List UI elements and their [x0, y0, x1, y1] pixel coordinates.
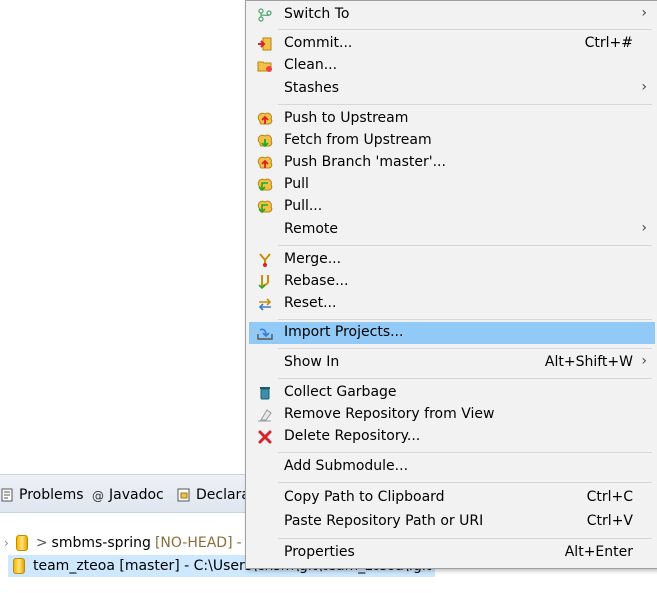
menu-item-clean[interactable]: Clean...: [249, 55, 655, 77]
import-icon: [257, 325, 273, 341]
menu-item-label: Collect Garbage: [284, 384, 397, 400]
clean-folder-icon: [257, 58, 273, 74]
tree-row-smbms-spring[interactable]: › > smbms-spring [NO-HEAD] -: [0, 532, 242, 554]
context-menu: Switch To › Commit... Ctrl+# Clean... St…: [245, 0, 657, 569]
menu-item-label: Import Projects...: [284, 324, 404, 340]
menu-item-push-to-upstream[interactable]: Push to Upstream: [249, 108, 655, 130]
menu-item-push-branch[interactable]: Push Branch 'master'...: [249, 152, 655, 174]
menu-item-label: Reset...: [284, 295, 337, 311]
menu-item-shortcut: Alt+Shift+W: [544, 354, 633, 370]
menu-item-label: Pull: [284, 176, 309, 192]
menu-separator: [278, 319, 652, 320]
menu-item-fetch-from-upstream[interactable]: Fetch from Upstream: [249, 130, 655, 152]
menu-item-label: Commit...: [284, 35, 353, 51]
repository-icon: [13, 558, 25, 574]
menu-item-label: Clean...: [284, 57, 338, 73]
chevron-right-icon[interactable]: ›: [4, 536, 9, 550]
pull-icon: [257, 177, 273, 193]
menu-item-shortcut: Ctrl+C: [586, 489, 633, 505]
tab-problems-label: Problems: [19, 487, 84, 503]
menu-separator: [278, 538, 652, 539]
menu-item-commit[interactable]: Commit... Ctrl+#: [249, 33, 655, 55]
menu-separator: [278, 348, 652, 349]
menu-item-label: Show In: [284, 354, 340, 370]
repository-path-separator: -: [236, 535, 242, 551]
rebase-icon: [257, 274, 273, 290]
menu-item-label: Delete Repository...: [284, 428, 421, 444]
repository-name: smbms-spring: [51, 535, 151, 551]
menu-item-properties[interactable]: Properties Alt+Enter: [249, 542, 655, 564]
menu-item-shortcut: Alt+Enter: [564, 544, 633, 560]
tab-declaration-label: Declara: [196, 487, 250, 503]
at-sign-icon: @: [92, 488, 104, 503]
menu-item-delete-repository[interactable]: Delete Repository...: [249, 426, 655, 448]
menu-item-label: Rebase...: [284, 273, 349, 289]
menu-separator: [278, 482, 652, 483]
merge-icon: [257, 252, 273, 268]
menu-item-label: Properties: [284, 544, 355, 560]
menu-item-label: Remote: [284, 221, 339, 237]
menu-item-reset[interactable]: Reset...: [249, 293, 655, 315]
trash-icon: [257, 385, 273, 401]
menu-item-rebase[interactable]: Rebase...: [249, 271, 655, 293]
submenu-arrow-icon: ›: [641, 79, 647, 95]
menu-item-shortcut: Ctrl+V: [586, 513, 633, 529]
fetch-icon: [257, 133, 273, 149]
menu-item-label: Push to Upstream: [284, 110, 409, 126]
menu-item-show-in[interactable]: Show In Alt+Shift+W ›: [249, 352, 655, 374]
menu-item-label: Add Submodule...: [284, 458, 409, 474]
tab-problems[interactable]: Problems: [0, 485, 84, 505]
menu-item-stashes[interactable]: Stashes ›: [249, 78, 655, 100]
menu-item-switch-to[interactable]: Switch To ›: [249, 4, 655, 26]
problems-icon: [0, 488, 14, 502]
menu-item-label: Remove Repository from View: [284, 406, 495, 422]
commit-icon: [257, 36, 273, 52]
delete-icon: [257, 429, 273, 445]
declaration-icon: [177, 488, 191, 502]
menu-item-add-submodule[interactable]: Add Submodule...: [249, 456, 655, 478]
submenu-arrow-icon: ›: [641, 5, 647, 21]
menu-item-copy-path[interactable]: Copy Path to Clipboard Ctrl+C: [249, 487, 655, 509]
menu-item-label: Paste Repository Path or URI: [284, 513, 484, 529]
push-branch-icon: [257, 155, 273, 171]
submenu-arrow-icon: ›: [641, 353, 647, 369]
pull-icon: [257, 199, 273, 215]
menu-item-pull[interactable]: Pull: [249, 174, 655, 196]
menu-item-import-projects[interactable]: Import Projects...: [249, 322, 655, 344]
menu-item-label: Push Branch 'master'...: [284, 154, 446, 170]
menu-separator: [278, 245, 652, 246]
menu-item-paste-repository-path[interactable]: Paste Repository Path or URI Ctrl+V: [249, 511, 655, 533]
menu-separator: [278, 29, 652, 30]
menu-item-label: Stashes: [284, 80, 340, 96]
menu-item-collect-garbage[interactable]: Collect Garbage: [249, 382, 655, 404]
menu-item-label: Copy Path to Clipboard: [284, 489, 445, 505]
svg-text:@: @: [92, 489, 104, 502]
menu-separator: [278, 452, 652, 453]
push-icon: [257, 111, 273, 127]
menu-item-merge[interactable]: Merge...: [249, 249, 655, 271]
repository-state: [NO-HEAD]: [154, 535, 233, 551]
menu-item-remove-repository[interactable]: Remove Repository from View: [249, 404, 655, 426]
menu-item-label: Switch To: [284, 6, 350, 22]
branches-icon: [257, 7, 273, 23]
tab-javadoc-label: Javadoc: [109, 487, 164, 503]
menu-item-shortcut: Ctrl+#: [584, 35, 633, 51]
menu-item-remote[interactable]: Remote ›: [249, 219, 655, 241]
menu-item-pull-dialog[interactable]: Pull...: [249, 196, 655, 218]
repository-icon: [15, 535, 28, 551]
submenu-arrow-icon: ›: [641, 220, 647, 236]
menu-separator: [278, 104, 652, 105]
menu-separator: [278, 378, 652, 379]
menu-item-label: Pull...: [284, 198, 323, 214]
eraser-icon: [257, 407, 273, 423]
tab-declaration[interactable]: Declara: [177, 485, 250, 505]
tab-javadoc[interactable]: @ Javadoc: [92, 485, 164, 505]
menu-item-label: Fetch from Upstream: [284, 132, 432, 148]
menu-item-label: Merge...: [284, 251, 342, 267]
reset-icon: [257, 296, 273, 312]
dirty-marker: >: [35, 535, 48, 551]
